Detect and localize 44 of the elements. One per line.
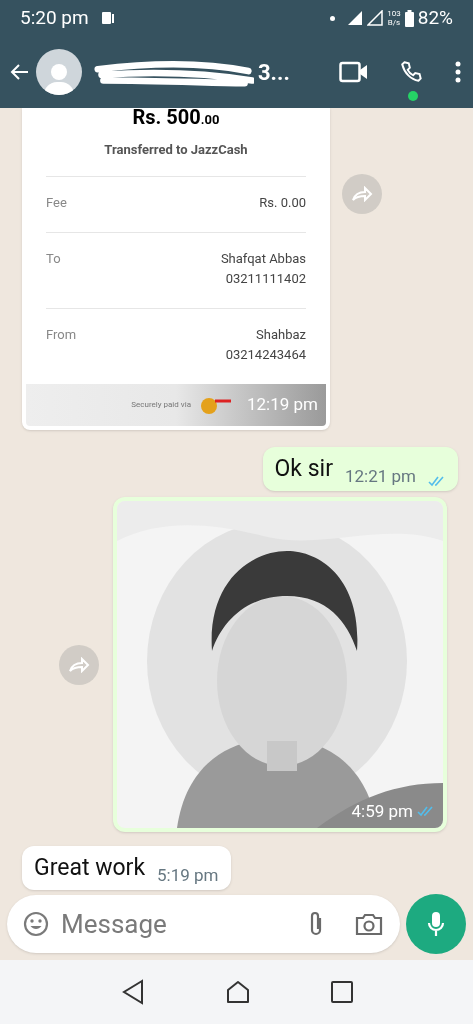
message-time: 12:19 pm [247, 393, 318, 417]
contact-avatar[interactable] [36, 49, 82, 95]
speed-unit: B/s [387, 18, 401, 27]
home-nav-icon[interactable] [225, 980, 250, 1004]
row-value: Rs. 0.00 [259, 193, 306, 212]
forward-icon [68, 656, 90, 673]
row-label: To [46, 250, 61, 268]
microphone-icon [426, 910, 446, 938]
message-bubble[interactable]: Great work 5:19 pm [22, 846, 231, 890]
back-nav-icon[interactable] [120, 979, 145, 1005]
message-bubble[interactable]: Ok sir 12:21 pm [262, 447, 458, 491]
status-time: 5:20 pm [20, 4, 89, 31]
row-detail: 03214243464 [225, 345, 306, 364]
footer-text: Securely paid via [131, 399, 191, 411]
phone-icon[interactable] [399, 59, 425, 85]
battery-icon [404, 9, 414, 27]
message-time: 12:21 pm [345, 464, 416, 488]
emoji-icon[interactable] [23, 911, 49, 937]
signal-icon [347, 10, 364, 26]
menu-icon[interactable] [455, 61, 461, 83]
transfer-subtitle: Transferred to JazzCash [103, 141, 249, 159]
row-value: Shafqat Abbas [220, 250, 306, 268]
message-field[interactable]: Message [7, 895, 400, 953]
signal-icon [367, 10, 384, 26]
recents-nav-icon[interactable] [330, 981, 353, 1003]
notification-icon [100, 11, 115, 25]
row-value: Shahbaz [256, 326, 306, 344]
message-time: 5:19 pm [157, 863, 219, 887]
amount-text: Rs. 500.00 [131, 108, 221, 131]
speed-value: 103 [387, 9, 401, 18]
voice-button[interactable] [406, 894, 466, 954]
camera-icon[interactable] [354, 911, 384, 937]
row-label: Fee [46, 193, 67, 212]
row-detail: 03211111402 [225, 269, 306, 288]
message-text: Great work [34, 853, 146, 883]
row-label: From [46, 326, 77, 344]
receipt-card[interactable]: Rs. 500.00 Transferred to JazzCash Fee Rs. 0.00 To Shafqat Abbas 03211111402 From Shahbaz 03214243464 Securely paid via 12:19 pm [22, 108, 330, 430]
video-call-icon[interactable] [339, 61, 369, 83]
message-time: 4:59 pm [351, 799, 413, 823]
message-text: Ok sir [274, 454, 333, 484]
contact-name[interactable]: 3... [258, 55, 290, 89]
forward-icon [351, 186, 373, 202]
message-input[interactable]: Message [61, 904, 294, 944]
battery-percent: 82% [417, 4, 453, 31]
